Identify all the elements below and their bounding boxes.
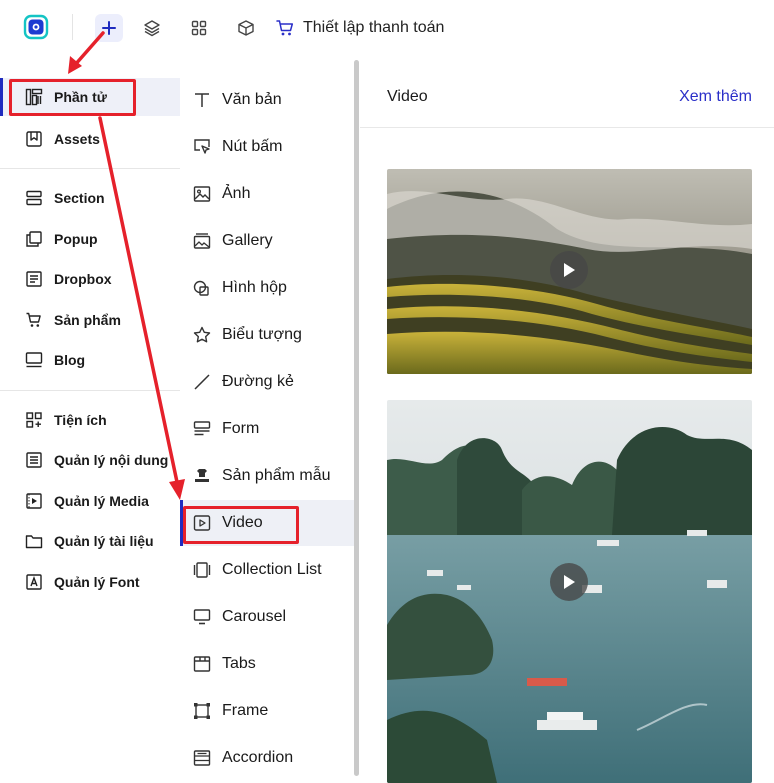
annotation-arrows bbox=[68, 31, 185, 500]
